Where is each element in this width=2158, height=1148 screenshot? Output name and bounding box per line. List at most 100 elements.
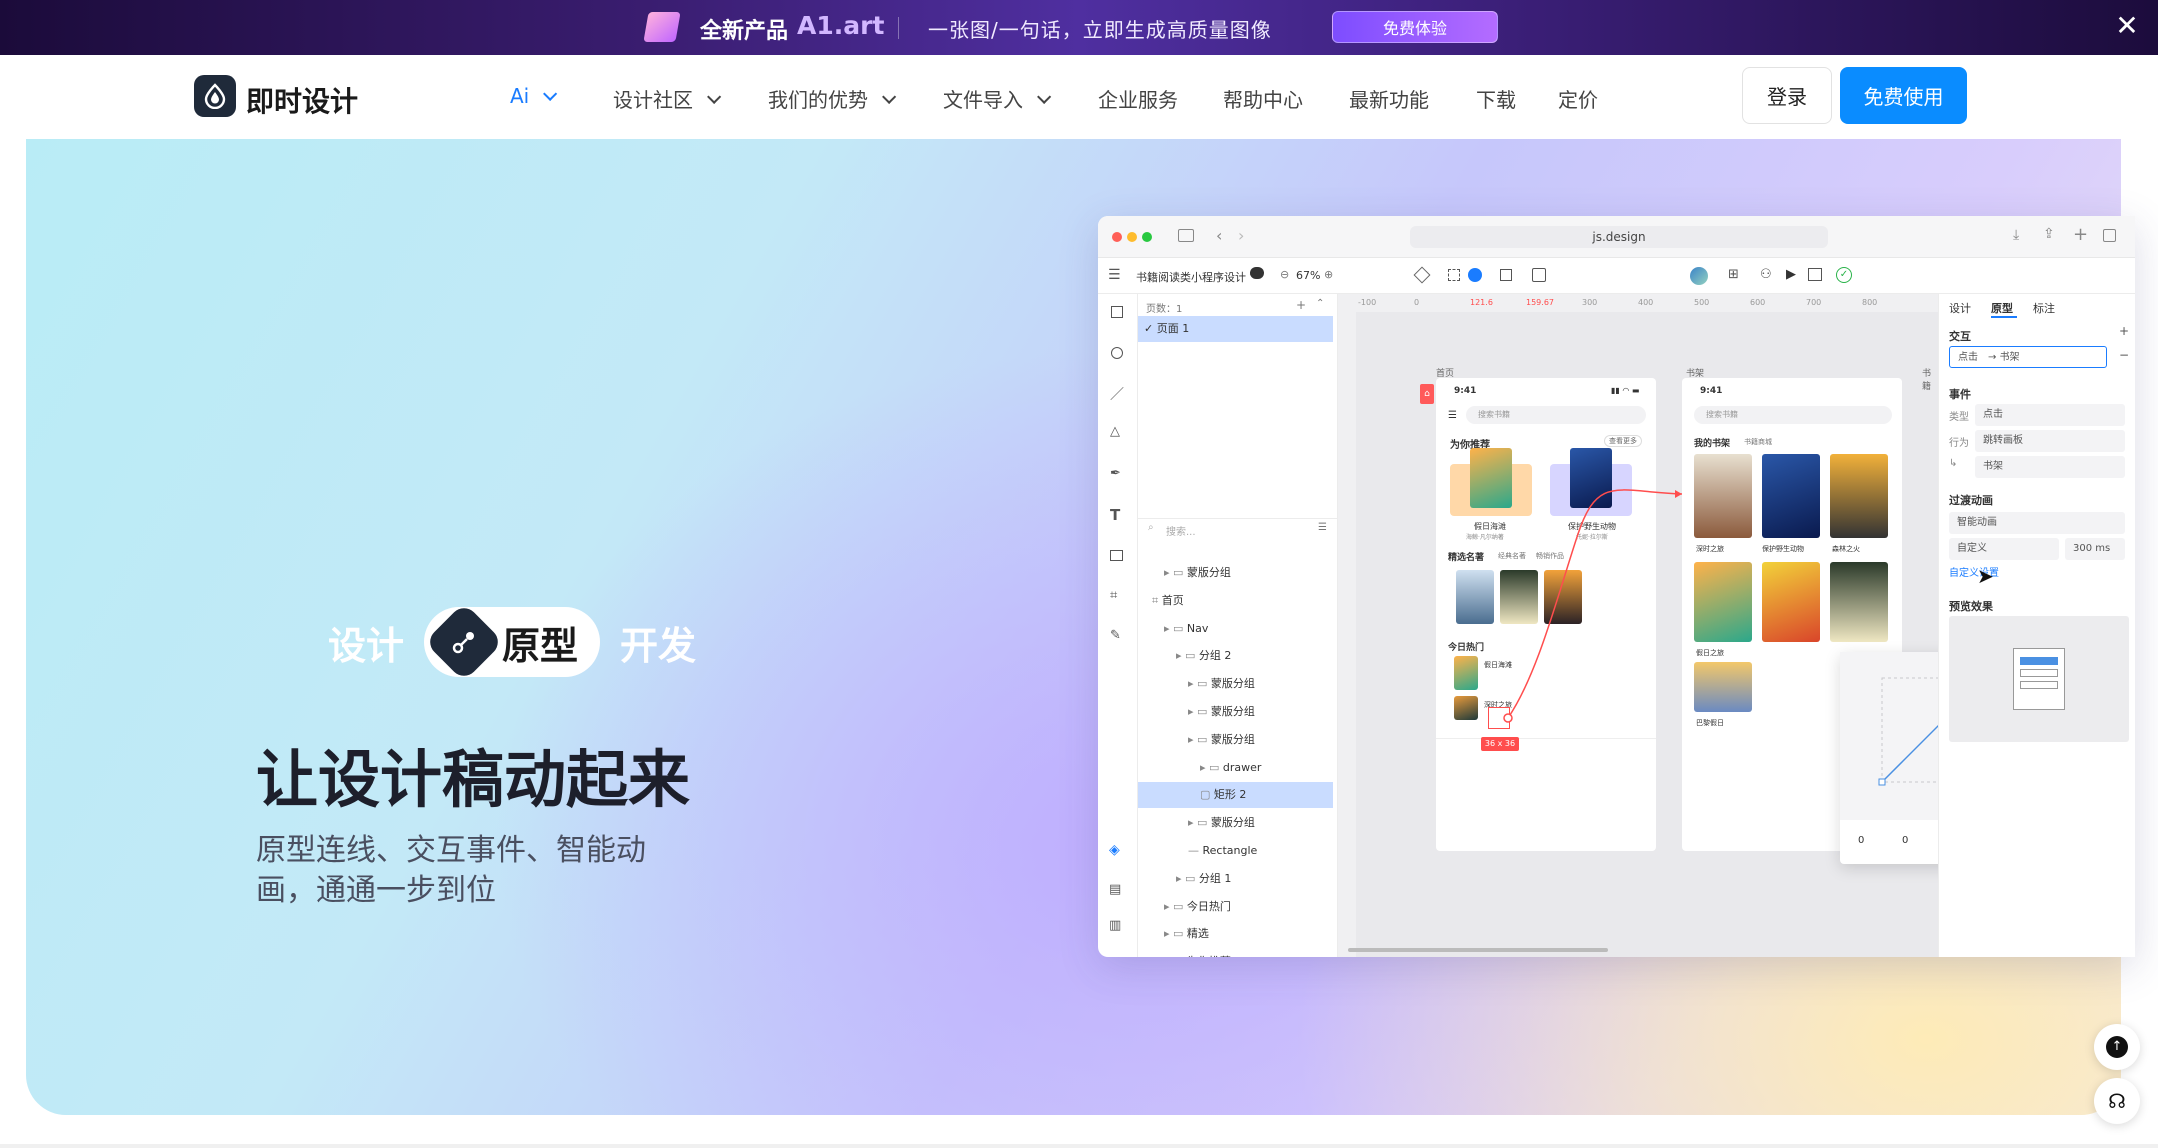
link-icon <box>424 602 504 682</box>
filter-icon[interactable]: ☰ <box>1318 522 1327 533</box>
layer-item[interactable]: ▸ ▭ 蒙版分组 <box>1138 560 1333 586</box>
folder-icon: ▸ ▭ <box>1200 760 1223 774</box>
frame-tool-icon: ⌗ <box>1110 588 1118 603</box>
layer-item[interactable]: ▸ ▭ 蒙版分组 <box>1138 727 1333 753</box>
gem-icon <box>643 12 681 42</box>
event-type-select[interactable]: 点击 <box>1975 404 2125 426</box>
free-use-button[interactable]: 免费使用 <box>1840 67 1967 124</box>
layer-item[interactable]: ▸ ▭ 今日热门 <box>1138 894 1333 920</box>
resize-icon <box>1500 269 1512 281</box>
saved-check-icon: ✓ <box>1836 267 1852 283</box>
layer-item[interactable]: ⌗ 首页 <box>1138 588 1333 614</box>
page-bottom-divider <box>0 1144 2158 1148</box>
promo-banner[interactable]: 全新产品 A1.art 一张图/一句话，立即生成高质量图像 免费体验 ✕ <box>0 0 2158 55</box>
hero-mode-prototype[interactable]: 原型 <box>424 602 601 682</box>
promo-brand: A1.art <box>797 11 885 40</box>
editor-screenshot: ‹ › js.design ⤓ ⇪ + ☰ 书籍阅读类小程序设计 ⌄ ⊖ 67%… <box>1098 216 2135 957</box>
remove-interaction-icon[interactable]: − <box>2119 348 2129 362</box>
arrow-up-icon: ↑ <box>2106 1036 2128 1058</box>
avatar <box>1690 267 1708 285</box>
add-interaction-icon[interactable]: + <box>2119 324 2129 338</box>
sidebar-toggle-icon <box>1178 229 1194 242</box>
layer-item[interactable]: ▸ ▭ 分组 1 <box>1138 866 1333 892</box>
layer-item[interactable]: ▸ ▭ 精选 <box>1138 921 1333 947</box>
logo-text[interactable]: 即时设计 <box>246 80 358 120</box>
duration-input[interactable]: 300 ms <box>2065 538 2125 560</box>
editor-toolbar: ☰ 书籍阅读类小程序设计 ⌄ ⊖ 67% ⊕ ⊞ ⚇ ▶ ✓ <box>1098 258 2135 294</box>
add-page-icon[interactable]: + <box>1296 298 1306 312</box>
nav-item-enterprise[interactable]: 企业服务 <box>1098 84 1178 113</box>
share-user-icon: ⚇ <box>1760 267 1772 282</box>
layer-item[interactable]: ▸ ▭ 蒙版分组 <box>1138 810 1333 836</box>
promo-divider <box>898 17 899 39</box>
action-select[interactable]: 跳转画板 <box>1975 430 2125 452</box>
folder-icon: ▸ ▭ <box>1188 816 1211 830</box>
transition-select[interactable]: 智能动画 <box>1949 512 2125 534</box>
layer-item[interactable]: ▸ ▭ 分组 2 <box>1138 643 1333 669</box>
page-item[interactable]: ✓ 页面 1 <box>1138 316 1333 342</box>
bezier-curve <box>1878 677 1938 786</box>
nav-item-import[interactable]: 文件导入 <box>943 84 1052 113</box>
design-canvas[interactable]: -100 0 121.6 159.67 300 400 500 600 700 800 首页 书架… <box>1338 294 1938 957</box>
layer-item[interactable]: ▢ 矩形 2 <box>1138 782 1333 809</box>
nav-item-pricing[interactable]: 定价 <box>1558 84 1598 113</box>
folder-icon: ▢ <box>1200 788 1214 802</box>
tab-annotate[interactable]: 标注 <box>2033 300 2055 316</box>
preview-box <box>1949 616 2129 742</box>
folder-icon: — <box>1188 844 1203 857</box>
tabs-icon <box>2103 229 2116 242</box>
layer-item[interactable]: ▸ ▭ drawer <box>1138 755 1333 781</box>
image-tool-icon <box>1110 550 1123 561</box>
ellipse-tool-icon <box>1111 347 1123 359</box>
frame-icon: ⌗ <box>1152 593 1162 607</box>
chevron-up-icon[interactable]: ⌃ <box>1316 298 1324 309</box>
nav-item-community[interactable]: 设计社区 <box>613 84 722 113</box>
easing-select[interactable]: 自定义 <box>1949 538 2059 560</box>
layer-item[interactable]: ▸ ▭ 蒙版分组 <box>1138 699 1333 725</box>
folder-icon: ▸ ▭ <box>1188 677 1211 691</box>
notes-icon: ▥ <box>1109 918 1122 933</box>
tab-prototype[interactable]: 原型 <box>1991 300 2013 316</box>
folder-icon: ▸ ▭ <box>1176 649 1199 663</box>
nav-item-ai[interactable]: Ai <box>510 84 558 108</box>
login-button[interactable]: 登录 <box>1742 67 1832 124</box>
folder-icon: ▸ ▭ <box>1164 621 1187 635</box>
layer-item[interactable]: ▸ ▭ 蒙版分组 <box>1138 671 1333 697</box>
logo-icon[interactable] <box>194 75 236 117</box>
present-icon <box>1808 268 1822 281</box>
layer-item[interactable]: ▸ ▭ Nav <box>1138 616 1333 642</box>
hero-mode-develop[interactable]: 开发 <box>620 615 696 670</box>
hero-title: 让设计稿动起来 <box>256 743 691 816</box>
assets-icon: ▤ <box>1109 882 1122 897</box>
nav-item-advantages[interactable]: 我们的优势 <box>768 84 897 113</box>
layer-search-input[interactable]: 搜索... <box>1166 523 1196 538</box>
download-icon: ⤓ <box>2013 227 2020 243</box>
horizontal-scrollbar[interactable] <box>1348 948 1608 952</box>
brush-tool-icon: ✎ <box>1110 628 1121 643</box>
layer-item[interactable]: ▸ ▭ 为你推荐 <box>1138 949 1333 957</box>
folder-icon: ▸ ▭ <box>1188 732 1211 746</box>
nav-item-download[interactable]: 下载 <box>1476 84 1516 113</box>
nav-item-help[interactable]: 帮助中心 <box>1223 84 1303 113</box>
pen-tool-icon: ✒ <box>1110 466 1121 481</box>
tab-design[interactable]: 设计 <box>1949 300 1971 316</box>
destination-arrow-icon: ↳ <box>1949 458 1958 469</box>
folder-icon: ▸ ▭ <box>1176 871 1199 885</box>
close-icon[interactable]: ✕ <box>2112 11 2142 41</box>
support-button[interactable]: ☊ <box>2094 1078 2140 1124</box>
hero-mode-switch: 设计 原型 开发 <box>328 602 696 682</box>
folder-icon: ▸ ▭ <box>1164 899 1187 913</box>
easing-curve-editor[interactable]: ↻ 0 0 1 1 <box>1840 652 1938 864</box>
destination-select[interactable]: 书架 <box>1975 456 2125 478</box>
promo-cta-button[interactable]: 免费体验 <box>1332 11 1498 43</box>
hero-mode-design[interactable]: 设计 <box>328 615 404 670</box>
nav-item-whats-new[interactable]: 最新功能 <box>1349 84 1429 113</box>
prototype-mode-icon <box>1468 268 1482 282</box>
layer-item[interactable]: — Rectangle <box>1138 838 1333 864</box>
play-icon: ▶ <box>1786 267 1796 282</box>
menu-icon: ☰ <box>1108 267 1121 283</box>
layers-icon: ◈ <box>1109 842 1120 858</box>
frame-icon <box>1448 269 1460 281</box>
interaction-row[interactable]: 点击 → 书架 <box>1949 346 2107 368</box>
back-to-top-button[interactable]: ↑ <box>2094 1024 2140 1070</box>
